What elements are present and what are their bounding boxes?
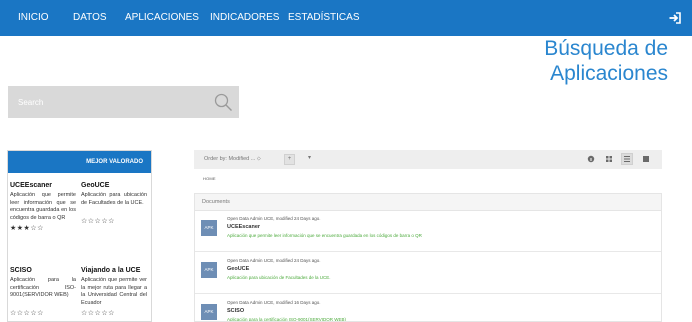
nav-item-indicadores[interactable]: INDICADORES	[210, 0, 279, 36]
page-title: Búsqueda de Aplicaciones	[408, 36, 668, 86]
star-rating[interactable]: ☆☆☆☆☆	[10, 309, 76, 317]
document-description: Aplicación para ubicación de Facultades …	[227, 275, 331, 280]
app-description: Aplicación que permite ver la mejor ruta…	[81, 277, 147, 306]
info-icon[interactable]	[585, 153, 597, 165]
page-title-line-1: Búsqueda de	[544, 37, 668, 60]
document-row[interactable]: APK Open Data Admin UCE, modified 16 Day…	[195, 296, 661, 322]
order-by-select[interactable]: Order by: Modified ... ⬦	[204, 150, 261, 169]
app-name: UCEEscaner	[10, 182, 53, 189]
apk-file-icon: APK	[201, 220, 217, 236]
breadcrumb-home[interactable]: HOME	[203, 176, 216, 181]
apk-file-icon: APK	[201, 262, 217, 278]
document-row[interactable]: APK Open Data Admin UCE, modified 24 Day…	[195, 212, 661, 252]
star-rating[interactable]: ★★★☆☆	[10, 224, 76, 232]
app-card-sciso[interactable]: SCISO Aplicación para la certificación I…	[10, 267, 76, 317]
app-card-viajando-a-la-uce[interactable]: Viajando a la UCE Aplicación que permite…	[81, 267, 147, 317]
app-card-uceescaner[interactable]: UCEEscaner Aplicación que permite leer i…	[10, 182, 76, 232]
app-name: GeoUCE	[81, 182, 110, 189]
chevron-down-icon[interactable]: ▾	[304, 154, 315, 165]
documents-panel: Documents APK Open Data Admin UCE, modif…	[194, 193, 662, 322]
search-box	[8, 86, 239, 118]
document-title[interactable]: GeoUCE	[227, 266, 249, 272]
document-description: Aplicación que permite leer información …	[227, 233, 422, 238]
app-description: Aplicación para la certificación ISO-900…	[10, 277, 76, 299]
document-meta: Open Data Admin UCE, modified 24 Days ag…	[227, 258, 321, 263]
nav-item-estadisticas[interactable]: ESTADÍSTICAS	[288, 0, 360, 36]
app-name: SCISO	[10, 267, 32, 274]
top-navbar: INICIO DATOS APLICACIONES INDICADORES ES…	[0, 0, 692, 36]
star-rating[interactable]: ☆☆☆☆☆	[81, 217, 147, 225]
app-description: Aplicación que permite leer información …	[10, 192, 76, 221]
documents-toolbar: Order by: Modified ... ⬦ + ▾	[194, 150, 662, 169]
best-rated-header: MEJOR VALORADO	[8, 151, 151, 173]
app-description: Aplicación para ubicación de Facultades …	[81, 192, 147, 206]
search-icon[interactable]	[213, 92, 233, 112]
nav-item-datos[interactable]: DATOS	[73, 0, 107, 36]
descriptive-view-icon[interactable]	[621, 153, 633, 165]
best-rated-panel: MEJOR VALORADO UCEEscaner Aplicación que…	[7, 150, 152, 322]
document-row[interactable]: APK Open Data Admin UCE, modified 24 Day…	[195, 254, 661, 294]
document-title[interactable]: UCEEscaner	[227, 224, 260, 230]
apk-file-icon: APK	[201, 304, 217, 320]
list-view-icon[interactable]	[640, 153, 652, 165]
grid-view-icon[interactable]	[603, 153, 615, 165]
add-button[interactable]: +	[284, 154, 295, 165]
star-rating[interactable]: ☆☆☆☆☆	[81, 309, 147, 317]
sign-in-icon[interactable]	[668, 11, 682, 25]
document-meta: Open Data Admin UCE, modified 16 Days ag…	[227, 300, 321, 305]
page-title-line-2: Aplicaciones	[550, 62, 668, 85]
app-card-geouce[interactable]: GeoUCE Aplicación para ubicación de Facu…	[81, 182, 147, 225]
document-description: Aplicación para la certificación ISO-900…	[227, 317, 346, 322]
document-title[interactable]: SCISO	[227, 308, 244, 314]
app-name: Viajando a la UCE	[81, 267, 141, 274]
nav-item-inicio[interactable]: INICIO	[18, 0, 49, 36]
nav-item-aplicaciones[interactable]: APLICACIONES	[125, 0, 199, 36]
search-input[interactable]	[8, 86, 208, 118]
document-meta: Open Data Admin UCE, modified 24 Days ag…	[227, 216, 321, 221]
documents-header: Documents	[195, 194, 661, 211]
